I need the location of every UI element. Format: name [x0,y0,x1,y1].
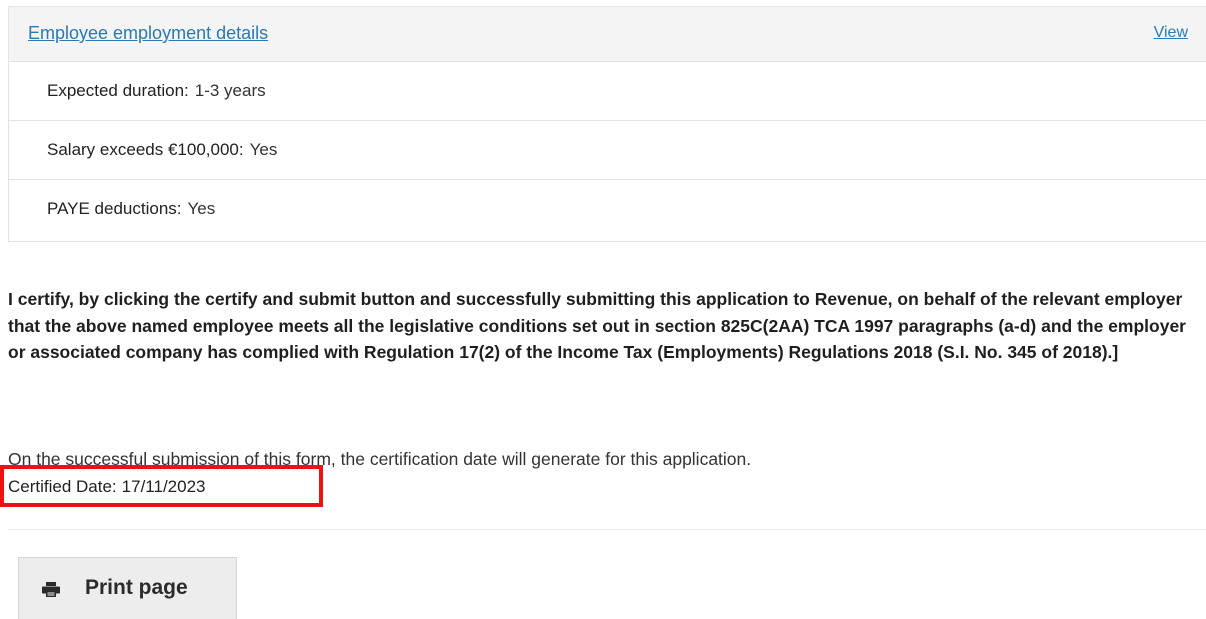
certified-date-value: 17/11/2023 [121,477,206,496]
certified-date-label: Certified Date: [8,477,117,496]
printer-icon [42,582,60,597]
print-page-label: Print page [85,576,188,599]
salary-exceeds-label: Salary exceeds €100,000: [47,140,244,159]
section-divider [8,529,1206,530]
view-link[interactable]: View [1154,24,1188,42]
salary-exceeds-value: Yes [249,140,278,159]
certified-date: Certified Date: 17/11/2023 [8,477,206,497]
panel-header: Employee employment details View [9,7,1206,62]
employment-details-panel: Employee employment details View Expecte… [8,6,1206,242]
detail-row-expected-duration: Expected duration: 1-3 years [9,62,1206,121]
paye-deductions-value: Yes [187,199,216,218]
detail-row-salary: Salary exceeds €100,000: Yes [9,121,1206,180]
certification-note: On the successful submission of this for… [8,449,752,469]
employment-details-link[interactable]: Employee employment details [28,23,268,44]
paye-deductions-label: PAYE deductions: [47,199,182,218]
detail-row-paye: PAYE deductions: Yes [9,180,1206,239]
expected-duration-label: Expected duration: [47,81,189,100]
expected-duration-value: 1-3 years [194,81,266,100]
print-page-button[interactable]: Print page [18,557,237,619]
certification-statement: I certify, by clicking the certify and s… [8,289,1186,362]
